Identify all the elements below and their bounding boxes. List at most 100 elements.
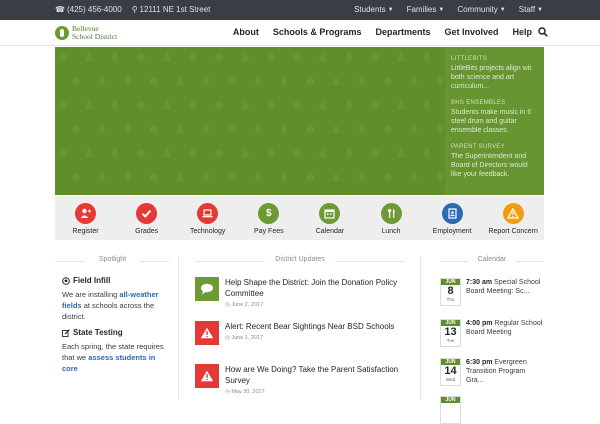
pattern-shape: [203, 124, 209, 134]
nav-help[interactable]: Help: [512, 27, 532, 37]
speech-bubble-icon: [195, 277, 219, 301]
calendar-event[interactable]: JUN: [440, 396, 544, 424]
event-month: JUN: [441, 397, 460, 403]
quick-link-register[interactable]: Register: [55, 196, 116, 240]
phone-link[interactable]: ☎ (425) 456-4000: [55, 5, 122, 14]
pattern-shape: [384, 173, 392, 181]
pattern-shape: [241, 147, 249, 157]
pattern-shape: [397, 99, 405, 109]
pattern-shape: [72, 77, 80, 85]
pattern-shape: [319, 147, 327, 157]
menu-students[interactable]: Students ▼: [354, 5, 394, 14]
menu-community[interactable]: Community ▼: [457, 5, 505, 14]
pattern-shape: [424, 52, 430, 62]
spotlight-title: Field Infill: [62, 276, 170, 285]
slide-text: curriculum...: [451, 83, 490, 90]
pattern-shape: [410, 75, 418, 85]
column-divider: [420, 256, 421, 400]
pattern-shape: [346, 148, 352, 158]
pattern-shape: [437, 172, 443, 182]
update-date-text: June 1, 2017: [231, 335, 264, 341]
pattern-shape: [346, 100, 352, 110]
pattern-shape: [137, 101, 145, 109]
calendar-heading-wrap: Calendar: [440, 256, 544, 263]
chevron-down-icon: ▼: [438, 6, 445, 13]
spotlight-heading-wrap: Spotlight: [55, 256, 170, 263]
quick-link-grades[interactable]: Grades: [116, 196, 177, 240]
pattern-shape: [59, 149, 67, 157]
spotlight-item-field-infill: Field Infill We are installing all-weath…: [62, 276, 170, 322]
calendar-event[interactable]: JUN 13 Tue 4:00 pm Regular School Board …: [440, 319, 544, 347]
nav-about[interactable]: About: [233, 27, 259, 37]
dollar-icon: $: [258, 203, 280, 224]
pattern-shape: [72, 125, 80, 133]
pattern-background: [59, 51, 443, 182]
update-item[interactable]: How are We Doing? Take the Parent Satisf…: [195, 364, 405, 395]
hero-carousel[interactable]: LITTLEBITS LittleBits projects align wit…: [55, 47, 544, 195]
hero-slide-list: LITTLEBITS LittleBits projects align wit…: [445, 47, 544, 195]
menu-families[interactable]: Families ▼: [407, 5, 445, 14]
pattern-shape: [176, 123, 184, 133]
pattern-shape: [112, 52, 118, 62]
hero-slide-littlebits[interactable]: LITTLEBITS LittleBits projects align wit…: [451, 56, 544, 91]
event-time: 4:00 pm: [466, 320, 493, 327]
slide-caption: BHS ENSEMBLES: [451, 100, 506, 106]
quick-link-report-concern[interactable]: Report Concern: [483, 196, 544, 240]
hero-slide-ensembles[interactable]: BHS ENSEMBLES Students make music in tl …: [451, 100, 544, 135]
nav-schools-programs[interactable]: Schools & Programs: [273, 27, 362, 37]
calendar-event[interactable]: JUN 14 Wed 6:30 pm Evergreen Transition …: [440, 358, 544, 386]
warning-icon: [195, 364, 219, 388]
slide-text: like your feedback.: [451, 171, 510, 178]
pattern-shape: [241, 51, 249, 61]
update-date: ◷ June 2, 2017: [225, 302, 264, 308]
chevron-down-icon: ▼: [537, 6, 543, 13]
district-logo[interactable]: Bellevue School District: [55, 25, 117, 41]
slide-text: both science and art: [451, 74, 515, 81]
address-link[interactable]: ⚲ 12111 NE 1st Street: [132, 5, 211, 14]
update-item[interactable]: Help Shape the District: Join the Donati…: [195, 277, 405, 308]
warning-icon: [502, 203, 524, 224]
event-text: 7:30 am Special School Board Meeting: Sc…: [466, 278, 544, 306]
pattern-shape: [176, 171, 184, 181]
spotlight-title: State Testing: [62, 328, 170, 337]
pattern-shape: [59, 101, 67, 109]
pattern-shape: [85, 99, 93, 109]
pattern-shape: [112, 148, 118, 158]
event-day: 13: [444, 326, 457, 338]
nav-departments[interactable]: Departments: [375, 27, 430, 37]
quick-link-employment[interactable]: Employment: [422, 196, 483, 240]
hero-slide-survey[interactable]: PARENT SURVEY The Superintendent and Boa…: [451, 144, 544, 179]
pattern-shape: [281, 172, 287, 182]
update-title[interactable]: How are We Doing? Take the Parent Satisf…: [225, 364, 405, 386]
update-title[interactable]: Alert: Recent Bear Sightings Near BSD Sc…: [225, 321, 394, 332]
search-icon[interactable]: [538, 27, 548, 40]
calendar-event[interactable]: JUN 8 Thu 7:30 am Special School Board M…: [440, 278, 544, 306]
menu-staff[interactable]: Staff ▼: [519, 5, 543, 14]
address-text: 12111 NE 1st Street: [139, 5, 211, 14]
slide-text: Students make music in tl: [451, 109, 531, 116]
event-date: JUN: [440, 396, 461, 424]
event-day: 14: [444, 365, 457, 377]
pattern-shape: [397, 51, 405, 61]
pattern-shape: [176, 75, 184, 85]
update-title[interactable]: Help Shape the District: Join the Donati…: [225, 277, 405, 299]
event-time: 7:30 am: [466, 279, 493, 286]
chevron-down-icon: ▼: [387, 6, 394, 13]
slide-text: LittleBits projects align wit: [451, 65, 532, 72]
pattern-shape: [163, 147, 171, 157]
quick-link-calendar[interactable]: Calendar: [299, 196, 360, 240]
pattern-shape: [306, 77, 314, 85]
nav-get-involved[interactable]: Get Involved: [444, 27, 498, 37]
pattern-shape: [293, 53, 301, 61]
event-weekday: Thu: [446, 297, 455, 302]
calendar-icon: [319, 203, 341, 224]
pattern-shape: [437, 76, 443, 86]
update-date-text: May 30, 2017: [231, 389, 265, 395]
quick-link-technology[interactable]: Technology: [177, 196, 238, 240]
quick-link-lunch[interactable]: Lunch: [360, 196, 421, 240]
event-weekday: Tue: [446, 338, 455, 343]
pattern-shape: [371, 149, 379, 157]
pattern-shape: [359, 172, 365, 182]
quick-link-pay-fees[interactable]: $ Pay Fees: [238, 196, 299, 240]
update-item[interactable]: Alert: Recent Bear Sightings Near BSD Sc…: [195, 321, 405, 345]
